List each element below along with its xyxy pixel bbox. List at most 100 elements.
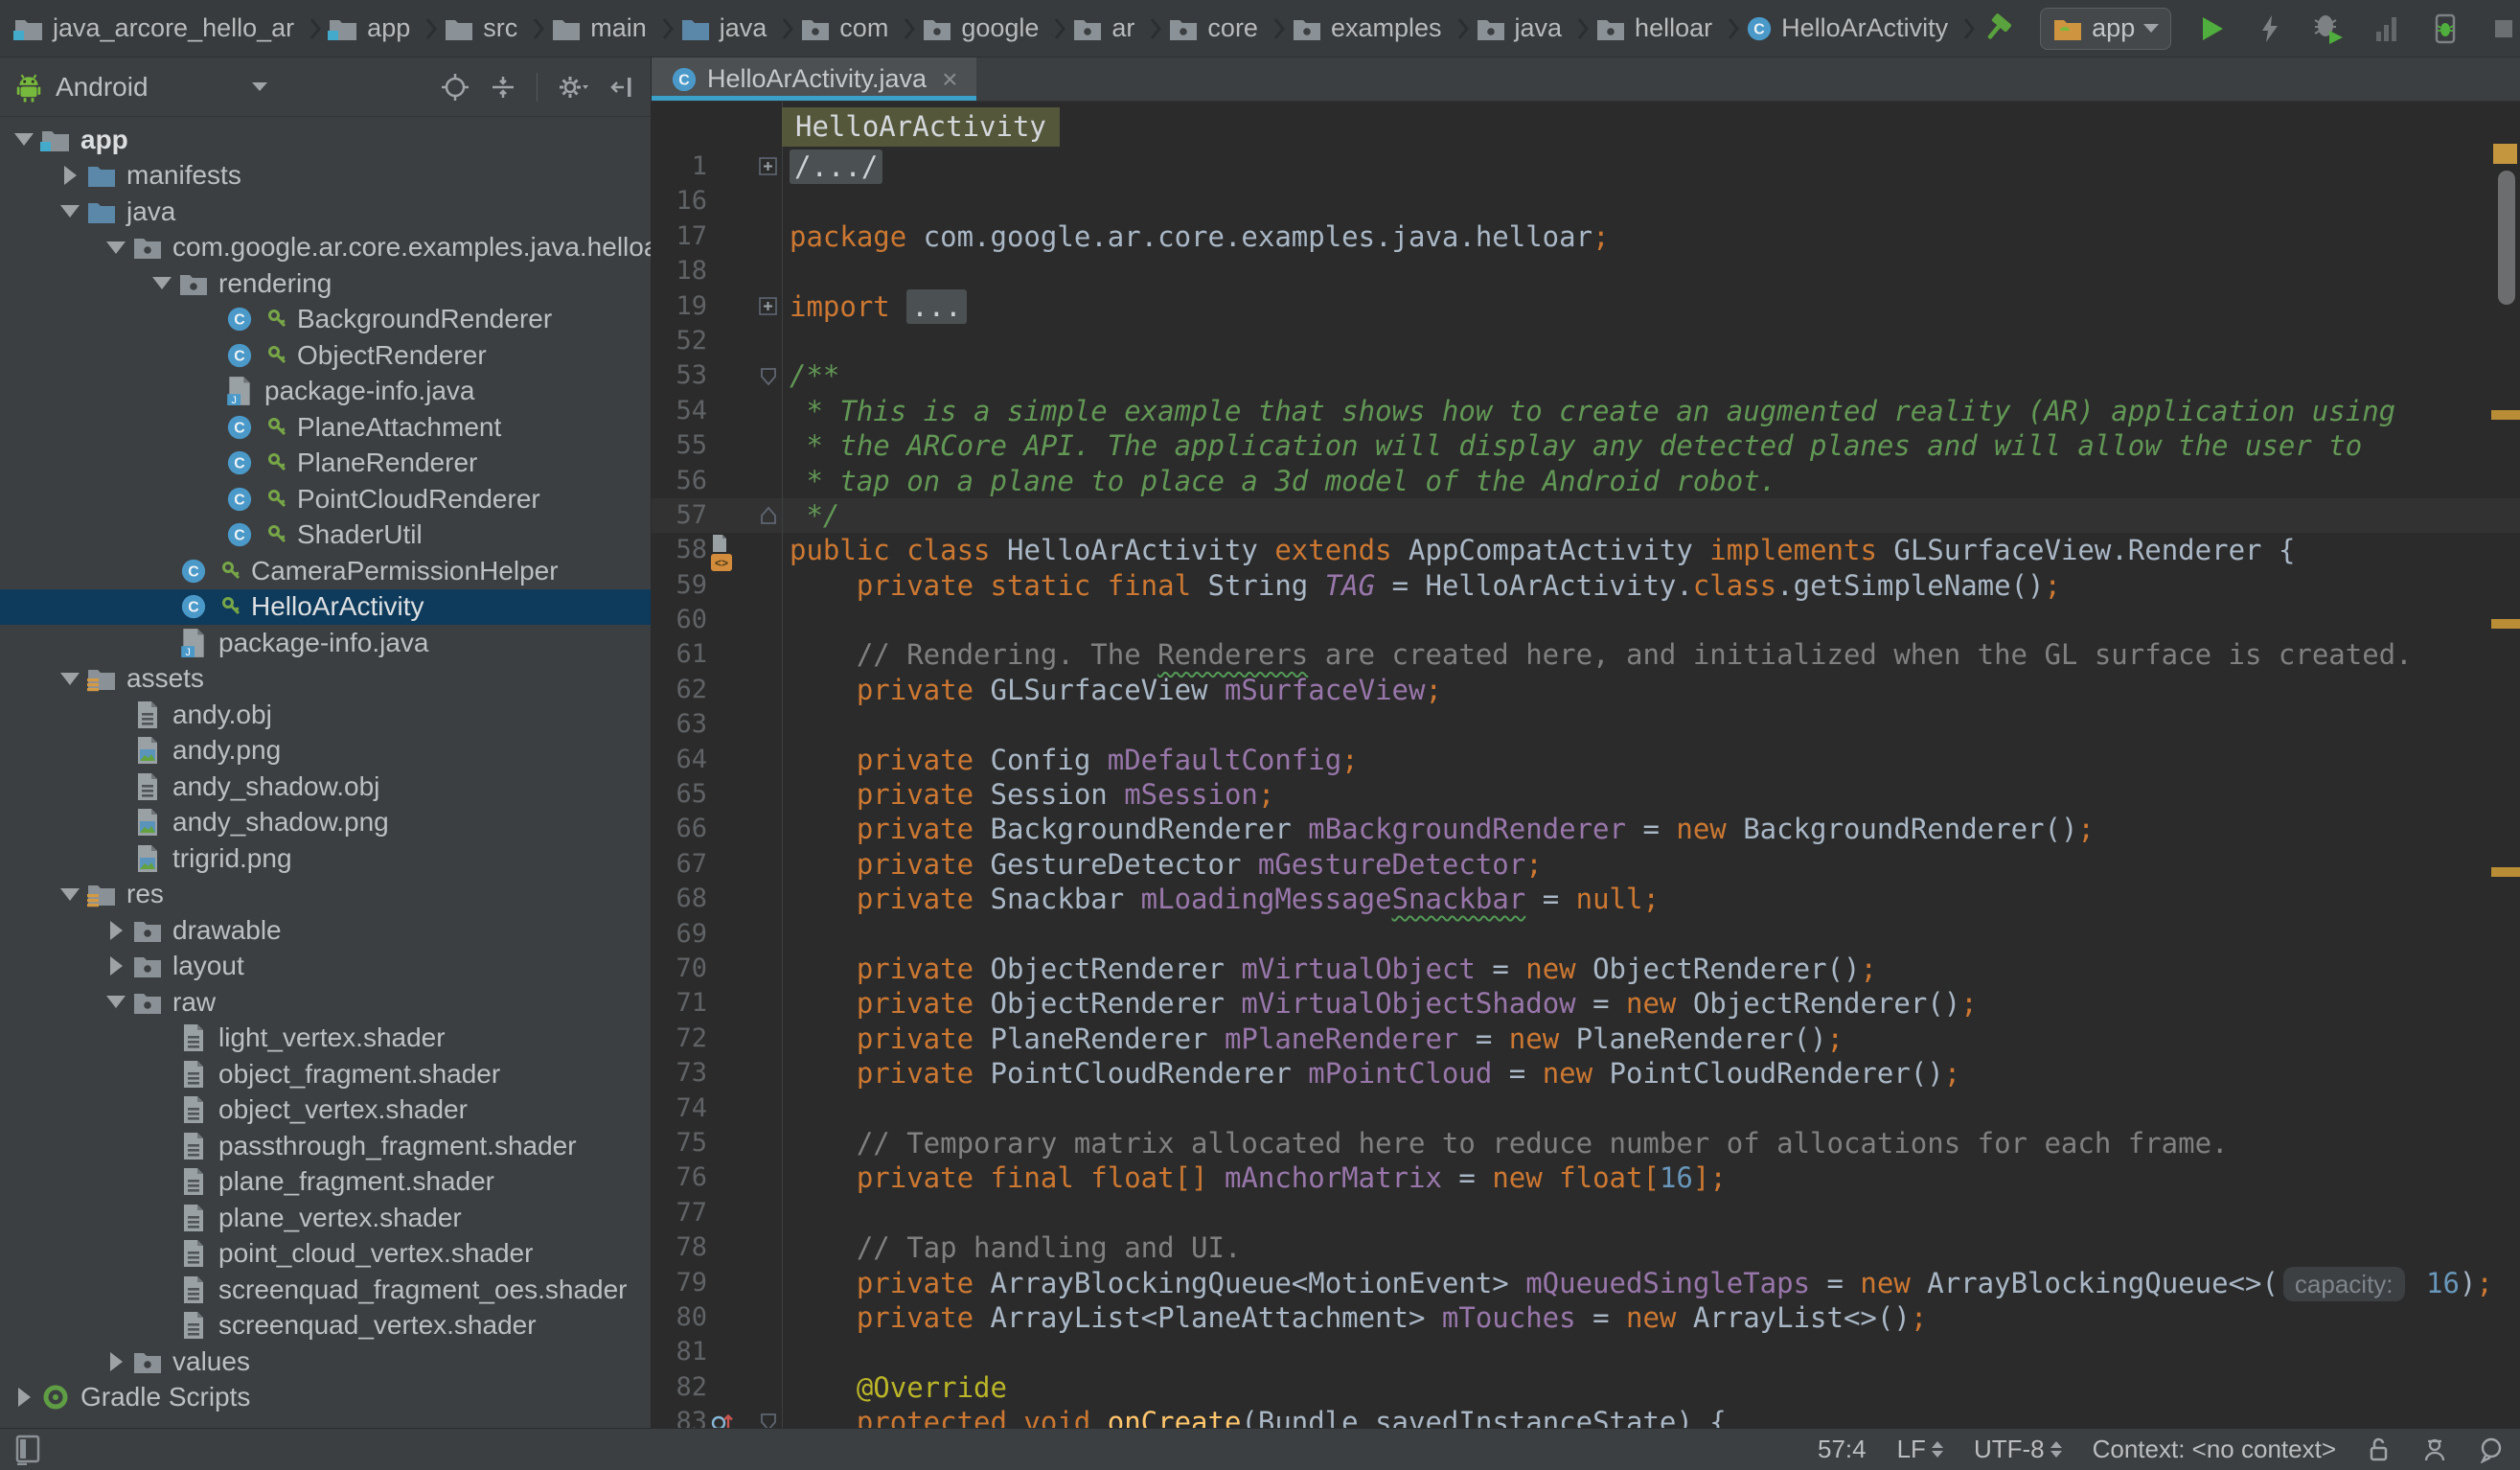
chevron-down-icon[interactable] <box>252 82 267 91</box>
tree-open-arrow-icon[interactable] <box>148 277 176 289</box>
make-project-button[interactable] <box>1982 11 2018 47</box>
code-line-62[interactable]: 62 private GLSurfaceView mSurfaceView; <box>652 673 2520 707</box>
error-stripe-mark[interactable] <box>2491 410 2520 420</box>
tree-open-arrow-icon[interactable] <box>102 996 130 1008</box>
code-line-65[interactable]: 65 private Session mSession; <box>652 777 2520 812</box>
tree-open-arrow-icon[interactable] <box>10 133 38 146</box>
code-line-69[interactable]: 69 <box>652 917 2520 952</box>
code-line-53[interactable]: 53/** <box>652 358 2520 393</box>
code-line-58[interactable]: 58<>public class HelloArActivity extends… <box>652 533 2520 567</box>
code-line-60[interactable]: 60 <box>652 603 2520 637</box>
event-log-icon[interactable] <box>2478 1436 2505 1463</box>
code-line-56[interactable]: 56 * tap on a plane to place a 3d model … <box>652 464 2520 498</box>
tree-item-assets[interactable]: assets <box>0 661 651 698</box>
tree-item-light-vertex-shader[interactable]: light_vertex.shader <box>0 1021 651 1057</box>
code-line-52[interactable]: 52 <box>652 324 2520 358</box>
code-line-68[interactable]: 68 private Snackbar mLoadingMessageSnack… <box>652 882 2520 916</box>
code-line-61[interactable]: 61 // Rendering. The Renderers are creat… <box>652 637 2520 672</box>
breadcrumb-item-ar[interactable]: ar <box>1072 13 1168 43</box>
run-configuration-select[interactable]: app <box>2040 8 2171 50</box>
code-line-71[interactable]: 71 private ObjectRenderer mVirtualObject… <box>652 986 2520 1021</box>
tree-item-drawable[interactable]: drawable <box>0 912 651 949</box>
tree-item-layout[interactable]: layout <box>0 949 651 985</box>
tree-item-andy-obj[interactable]: andy.obj <box>0 697 651 733</box>
tree-closed-arrow-icon[interactable] <box>102 1352 130 1371</box>
tree-item-shaderutil[interactable]: CShaderUtil <box>0 517 651 554</box>
tree-item-helloaractivity[interactable]: CHelloArActivity <box>0 589 651 626</box>
tree-item-com-google-ar-core-examples-java-helloar[interactable]: com.google.ar.core.examples.java.helloar <box>0 230 651 266</box>
error-stripe-mark[interactable] <box>2491 867 2520 877</box>
tree-closed-arrow-icon[interactable] <box>10 1388 38 1407</box>
code-line-57[interactable]: 57 */ <box>652 498 2520 533</box>
tree-item-plane-fragment-shader[interactable]: plane_fragment.shader <box>0 1164 651 1201</box>
breadcrumb-item-java[interactable]: java <box>680 13 801 43</box>
tree-item-app[interactable]: app <box>0 122 651 158</box>
code-line-55[interactable]: 55 * the ARCore API. The application wil… <box>652 428 2520 463</box>
breadcrumb-item-helloar[interactable]: helloar <box>1595 13 1746 43</box>
code-line-70[interactable]: 70 private ObjectRenderer mVirtualObject… <box>652 952 2520 986</box>
code-line-18[interactable]: 18 <box>652 254 2520 288</box>
toolwindow-toggle-icon[interactable] <box>15 1435 42 1465</box>
tree-item-values[interactable]: values <box>0 1344 651 1380</box>
tree-item-java[interactable]: java <box>0 194 651 230</box>
inspection-profile-icon[interactable] <box>2422 1436 2447 1463</box>
code-line-59[interactable]: 59 private static final String TAG = Hel… <box>652 568 2520 603</box>
editor-scrollbar[interactable] <box>2498 171 2515 305</box>
tree-item-planerenderer[interactable]: CPlaneRenderer <box>0 446 651 482</box>
tree-open-arrow-icon[interactable] <box>56 673 84 685</box>
encoding-widget[interactable]: UTF-8 <box>1974 1435 2062 1464</box>
code-line-81[interactable]: 81 <box>652 1335 2520 1369</box>
breadcrumb-item-app[interactable]: app <box>328 13 444 43</box>
code-line-78[interactable]: 78 // Tap handling and UI. <box>652 1230 2520 1265</box>
tree-item-plane-vertex-shader[interactable]: plane_vertex.shader <box>0 1200 651 1236</box>
tree-open-arrow-icon[interactable] <box>102 241 130 254</box>
fold-end-icon[interactable] <box>759 506 778 525</box>
code-line-74[interactable]: 74 <box>652 1091 2520 1126</box>
profile-button[interactable] <box>2369 11 2405 47</box>
stop-button[interactable] <box>2486 11 2520 47</box>
project-view-selector[interactable]: Android <box>56 72 149 103</box>
tab-helloaractivity-java[interactable]: C HelloArActivity.java × <box>652 57 976 101</box>
breadcrumb-item-examples[interactable]: examples <box>1292 13 1476 43</box>
related-file-icon[interactable] <box>711 534 728 553</box>
breadcrumb-item-helloaractivity[interactable]: CHelloArActivity <box>1746 13 1982 43</box>
breadcrumb-item-core[interactable]: core <box>1168 13 1292 43</box>
inspection-status-mark[interactable] <box>2493 144 2517 164</box>
tree-closed-arrow-icon[interactable] <box>102 956 130 976</box>
code-line-80[interactable]: 80 private ArrayList<PlaneAttachment> mT… <box>652 1300 2520 1335</box>
code-line-64[interactable]: 64 private Config mDefaultConfig; <box>652 743 2520 777</box>
tree-item-objectrenderer[interactable]: CObjectRenderer <box>0 337 651 374</box>
fold-start-icon[interactable] <box>759 367 778 386</box>
tree-item-point-cloud-vertex-shader[interactable]: point_cloud_vertex.shader <box>0 1236 651 1273</box>
hide-panel-icon[interactable] <box>608 73 637 102</box>
tree-item-raw[interactable]: raw <box>0 984 651 1021</box>
code-line-54[interactable]: 54 * This is a simple example that shows… <box>652 394 2520 428</box>
error-stripe-mark[interactable] <box>2491 619 2520 629</box>
tree-open-arrow-icon[interactable] <box>56 888 84 901</box>
breadcrumb-item-java_arcore_hello_ar[interactable]: java_arcore_hello_ar <box>13 13 328 43</box>
code-line-76[interactable]: 76 private final float[] mAnchorMatrix =… <box>652 1160 2520 1195</box>
fold-expand-icon[interactable] <box>759 157 778 176</box>
code-line-72[interactable]: 72 private PlaneRenderer mPlaneRenderer … <box>652 1022 2520 1056</box>
tree-item-object-fragment-shader[interactable]: object_fragment.shader <box>0 1056 651 1092</box>
tree-item-planeattachment[interactable]: CPlaneAttachment <box>0 409 651 446</box>
code-line-82[interactable]: 82 @Override <box>652 1370 2520 1405</box>
code-line-73[interactable]: 73 private PointCloudRenderer mPointClou… <box>652 1056 2520 1091</box>
run-button[interactable] <box>2193 11 2230 47</box>
code-line-77[interactable]: 77 <box>652 1196 2520 1230</box>
tree-closed-arrow-icon[interactable] <box>102 921 130 940</box>
tree-item-gradle-scripts[interactable]: Gradle Scripts <box>0 1380 651 1416</box>
code-line-17[interactable]: 17package com.google.ar.core.examples.ja… <box>652 219 2520 254</box>
tree-item-andy-shadow-obj[interactable]: andy_shadow.obj <box>0 769 651 805</box>
code-editor[interactable]: HelloArActivity 1/.../1617package com.go… <box>652 102 2520 1428</box>
debug-button[interactable] <box>2310 11 2347 47</box>
tree-item-manifests[interactable]: manifests <box>0 158 651 195</box>
breadcrumb-item-google[interactable]: google <box>922 13 1072 43</box>
breadcrumb-item-src[interactable]: src <box>444 13 551 43</box>
breadcrumb-item-main[interactable]: main <box>551 13 680 43</box>
tree-item-rendering[interactable]: rendering <box>0 265 651 302</box>
breadcrumb-item-java[interactable]: java <box>1476 13 1596 43</box>
close-icon[interactable]: × <box>942 64 957 95</box>
tree-item-screenquad-vertex-shader[interactable]: screenquad_vertex.shader <box>0 1308 651 1344</box>
code-line-75[interactable]: 75 // Temporary matrix allocated here to… <box>652 1126 2520 1160</box>
